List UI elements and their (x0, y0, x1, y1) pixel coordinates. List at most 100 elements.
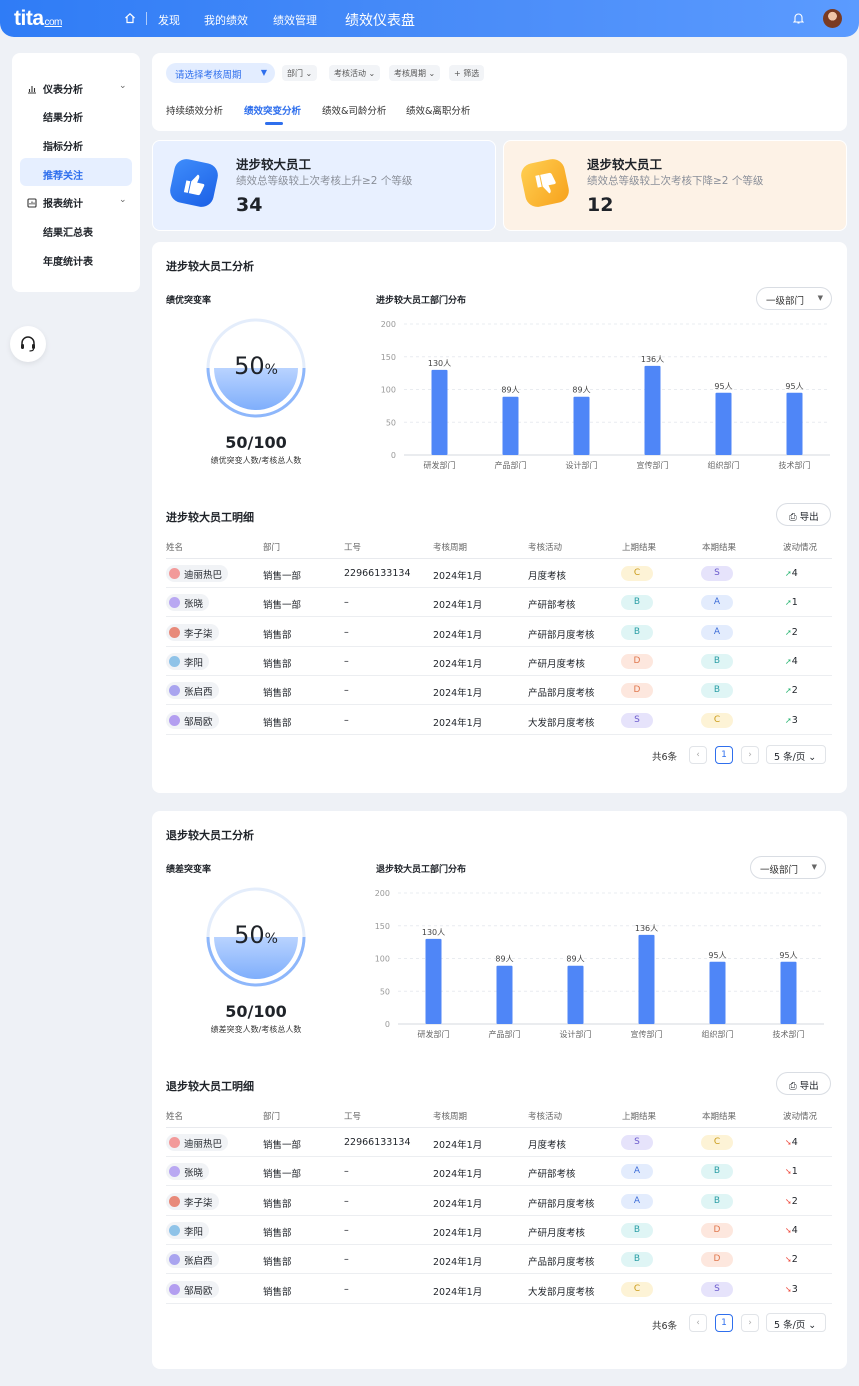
page-number-button[interactable]: 1 (715, 1314, 733, 1332)
employee-id-cell: – (344, 1195, 349, 1207)
employee-name-tag[interactable]: 迪丽热巴 (166, 565, 229, 582)
page-size-select[interactable]: 5 条/页 ⌄ (766, 745, 826, 764)
page-number-button[interactable]: 1 (715, 746, 733, 764)
table-row[interactable]: 李阳 销售部 – 2024年1月 产研月度考核 B D ➘4 (166, 1216, 832, 1245)
tab-performance-change[interactable]: 绩效突变分析 (244, 103, 301, 117)
bar (780, 961, 797, 1024)
employee-name-tag[interactable]: 李子柒 (166, 1192, 219, 1210)
next-page-button[interactable]: › (741, 1314, 759, 1332)
tab-performance-tenure[interactable]: 绩效&司龄分析 (322, 103, 386, 117)
table-row[interactable]: 邹局欧 销售部 – 2024年1月 大发部月度考核 C S ➘3 (166, 1275, 832, 1304)
department-cell: 销售一部 (263, 1140, 302, 1151)
section-title: 进步较大员工分析 (166, 260, 254, 273)
export-button[interactable]: ⎙ 导出 (776, 503, 831, 526)
section-title: 退步较大员工分析 (166, 829, 254, 842)
previous-grade-badge: B (621, 1252, 653, 1268)
employee-id-cell: 22966133134 (344, 1137, 411, 1148)
sidebar-item-indicators[interactable]: 指标分析 (43, 138, 83, 153)
table-row[interactable]: 张启西 销售部 – 2024年1月 产品部月度考核 B D ➘2 (166, 1245, 832, 1275)
nav-my-performance[interactable]: 我的绩效 (204, 12, 248, 28)
user-avatar[interactable] (823, 9, 842, 28)
employee-name: 迪丽热巴 (184, 1139, 223, 1150)
bar-data-label: 95人 (785, 382, 803, 391)
employee-name-tag[interactable]: 张晓 (166, 1163, 210, 1181)
change-value: 2 (791, 685, 798, 697)
table-row[interactable]: 迪丽热巴 销售一部 22966133134 2024年1月 月度考核 S C ➘4 (166, 1128, 832, 1157)
column-header: 考核周期 (433, 543, 468, 553)
bell-icon[interactable] (793, 12, 804, 24)
table-row[interactable]: 李阳 销售部 – 2024年1月 产研月度考核 D B ➚4 (166, 647, 832, 676)
sidebar-group-dashboard-analysis[interactable]: 仪表分析 (27, 81, 83, 96)
sidebar-item-recommended[interactable]: 推荐关注 (43, 167, 83, 182)
department-cell: 销售部 (263, 1198, 292, 1210)
nav-performance-dashboard[interactable]: 绩效仪表盘 (345, 10, 415, 30)
column-header: 部门 (263, 1112, 281, 1122)
table-row[interactable]: 李子柒 销售部 – 2024年1月 产研部月度考核 B A ➚2 (166, 618, 832, 647)
period-select[interactable]: 请选择考核周期 ▼ (166, 63, 275, 83)
change-value: 2 (791, 626, 798, 638)
table-row[interactable]: 迪丽热巴 销售一部 22966133134 2024年1月 月度考核 C S ➚4 (166, 559, 832, 588)
arrow-down-icon: ➘ (785, 1138, 792, 1147)
employee-name: 张晓 (184, 599, 204, 611)
employee-name-tag[interactable]: 张启西 (166, 682, 219, 700)
period-cell: 2024年1月 (433, 1140, 483, 1151)
page-size-select[interactable]: 5 条/页 ⌄ (766, 1313, 826, 1332)
y-tick-label: 50 (380, 987, 390, 996)
period-cell: 2024年1月 (433, 658, 483, 670)
employee-name: 李子柒 (184, 1197, 213, 1209)
chevron-down-icon[interactable]: ⌄ (119, 81, 127, 91)
table-row[interactable]: 张启西 销售部 – 2024年1月 产品部月度考核 D B ➚2 (166, 676, 832, 706)
employee-name-tag[interactable]: 李阳 (166, 1221, 210, 1239)
department-level-dropdown[interactable]: 一级部门 ▼ (756, 287, 832, 310)
customer-support-button[interactable] (10, 326, 46, 362)
add-filter-button[interactable]: + 筛选 (449, 65, 485, 81)
activity-cell: 产研部月度考核 (528, 1198, 595, 1210)
sidebar-item-annual-table[interactable]: 年度统计表 (43, 253, 93, 268)
column-header: 上期结果 (622, 1112, 657, 1122)
filter-chip-department[interactable]: 部门 ⌄ (282, 65, 318, 81)
bar (715, 392, 732, 455)
nav-performance-management[interactable]: 绩效管理 (273, 12, 317, 28)
period-cell: 2024年1月 (433, 1257, 483, 1269)
export-button[interactable]: ⎙ 导出 (776, 1072, 831, 1095)
employee-id-cell: – (344, 1224, 349, 1236)
employee-name-tag[interactable]: 邹局欧 (166, 1280, 219, 1298)
sidebar: 仪表分析 ⌄ 结果分析 指标分析 推荐关注 报表统计 ⌄ 结果汇总表 年度统计表 (12, 53, 140, 292)
department-cell: 销售部 (263, 717, 292, 729)
x-tick-label: 组织部门 (702, 1029, 734, 1039)
department-level-dropdown[interactable]: 一级部门 ▼ (750, 856, 826, 879)
tab-performance-turnover[interactable]: 绩效&离职分析 (406, 103, 470, 117)
table-row[interactable]: 张晓 销售一部 – 2024年1月 产研部考核 B A ➚1 (166, 588, 832, 618)
employee-name-tag[interactable]: 邹局欧 (166, 711, 219, 729)
current-grade-badge: B (701, 1193, 733, 1209)
filter-chip-period[interactable]: 考核周期 ⌄ (389, 65, 441, 81)
next-page-button[interactable]: › (741, 746, 759, 764)
table-row[interactable]: 张晓 销售一部 – 2024年1月 产研部考核 A B ➘1 (166, 1157, 832, 1187)
column-header: 波动情况 (783, 543, 818, 553)
employee-name: 李阳 (184, 657, 204, 669)
bar-data-label: 95人 (779, 951, 797, 960)
table-row[interactable]: 邹局欧 销售部 – 2024年1月 大发部月度考核 S C ➚3 (166, 706, 832, 735)
employee-name-tag[interactable]: 迪丽热巴 (166, 1134, 229, 1151)
employee-name-tag[interactable]: 张晓 (166, 594, 210, 612)
previous-grade-badge: D (621, 653, 653, 669)
home-icon[interactable] (124, 12, 136, 24)
prev-page-button[interactable]: ‹ (689, 1314, 707, 1332)
sidebar-item-summary-table[interactable]: 结果汇总表 (43, 224, 93, 239)
activity-cell: 产研部考核 (528, 1169, 576, 1181)
bar-data-label: 89人 (495, 955, 513, 964)
department-cell: 销售部 (263, 1227, 292, 1239)
tita-logo[interactable]: titacom (14, 7, 62, 31)
employee-name-tag[interactable]: 李阳 (166, 652, 210, 670)
sidebar-group-reports[interactable]: 报表统计 (27, 195, 83, 210)
sidebar-item-results[interactable]: 结果分析 (43, 109, 83, 124)
filter-chip-activity[interactable]: 考核活动 ⌄ (329, 65, 381, 81)
nav-discover[interactable]: 发现 (158, 12, 180, 28)
period-cell: 2024年1月 (433, 1227, 483, 1239)
tab-continuous-performance[interactable]: 持续绩效分析 (166, 103, 223, 117)
table-row[interactable]: 李子柒 销售部 – 2024年1月 产研部月度考核 A B ➘2 (166, 1187, 832, 1216)
employee-name-tag[interactable]: 李子柒 (166, 623, 219, 641)
prev-page-button[interactable]: ‹ (689, 746, 707, 764)
employee-name-tag[interactable]: 张启西 (166, 1251, 219, 1269)
chevron-down-icon[interactable]: ⌄ (119, 195, 127, 205)
